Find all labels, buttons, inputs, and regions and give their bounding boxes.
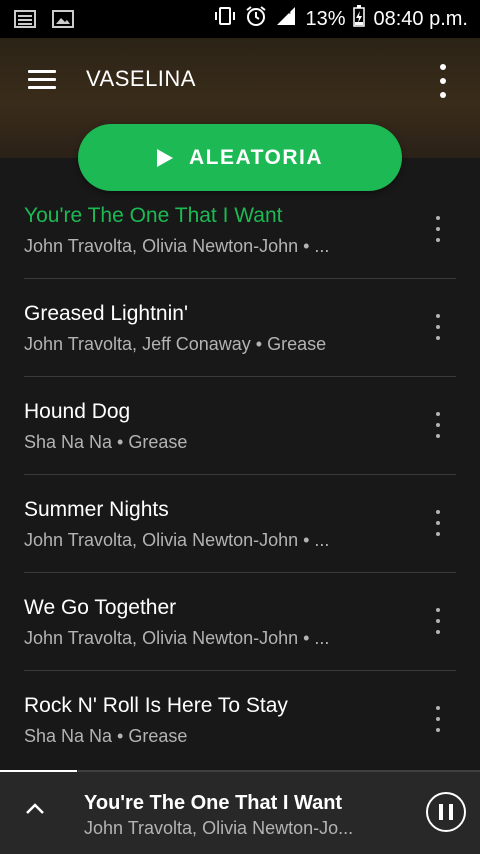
signal-h-icon: H <box>275 5 297 33</box>
track-title: Hound Dog <box>24 400 131 423</box>
track-row[interactable]: We Go Together John Travolta, Olivia New… <box>0 550 480 648</box>
track-subtitle: John Travolta, Olivia Newton-John • ... <box>24 530 330 550</box>
track-title: We Go Together <box>24 596 177 619</box>
track-more-icon[interactable] <box>436 706 440 732</box>
track-subtitle: Sha Na Na • Grease <box>24 432 188 452</box>
image-icon <box>52 10 74 28</box>
track-more-icon[interactable] <box>436 314 440 340</box>
progress-fill <box>0 770 77 772</box>
track-subtitle: Sha Na Na • Grease <box>24 726 188 746</box>
track-title: Rock N' Roll Is Here To Stay <box>24 694 288 717</box>
track-subtitle: John Travolta, Olivia Newton-John • ... <box>24 628 330 648</box>
track-more-icon[interactable] <box>436 216 440 242</box>
shuffle-label: ALEATORIA <box>188 145 324 169</box>
now-playing-bar[interactable]: You're The One That I Want John Travolta… <box>0 770 480 854</box>
now-playing-artist: John Travolta, Olivia Newton-Jo... <box>84 818 354 838</box>
track-title: Greased Lightnin' <box>24 302 188 325</box>
track-row[interactable]: Hound Dog Sha Na Na • Grease <box>0 354 480 452</box>
track-row[interactable]: Summer Nights John Travolta, Olivia Newt… <box>0 452 480 550</box>
chevron-up-icon[interactable] <box>24 798 46 820</box>
track-subtitle: John Travolta, Olivia Newton-John • ... <box>24 236 330 256</box>
now-playing-title: You're The One That I Want <box>84 792 343 814</box>
shuffle-play-button[interactable]: ALEATORIA <box>78 124 402 191</box>
track-more-icon[interactable] <box>436 608 440 634</box>
track-list: You're The One That I Want John Travolta… <box>0 158 480 770</box>
track-title: Summer Nights <box>24 498 169 521</box>
battery-percent: 13% <box>305 7 346 30</box>
vibrate-icon <box>213 6 237 32</box>
svg-text:H: H <box>285 7 291 16</box>
track-more-icon[interactable] <box>436 510 440 536</box>
track-title: You're The One That I Want <box>24 204 283 227</box>
track-more-icon[interactable] <box>436 412 440 438</box>
track-subtitle: John Travolta, Jeff Conaway • Grease <box>24 334 327 354</box>
progress-track <box>78 770 480 772</box>
battery-icon <box>353 5 366 33</box>
more-options-icon[interactable] <box>440 64 446 98</box>
page-title: VASELINA <box>86 66 196 91</box>
track-row[interactable]: Rock N' Roll Is Here To Stay Sha Na Na •… <box>0 648 480 746</box>
pause-icon <box>439 804 443 820</box>
notification-list-icon <box>14 10 36 28</box>
status-bar: H 13% 08:40 p.m. <box>0 0 480 38</box>
alarm-icon <box>245 5 267 33</box>
play-icon <box>156 148 173 167</box>
pause-button[interactable] <box>426 792 466 832</box>
menu-icon[interactable] <box>28 70 56 90</box>
track-row[interactable]: Greased Lightnin' John Travolta, Jeff Co… <box>0 256 480 354</box>
clock: 08:40 p.m. <box>373 7 468 30</box>
